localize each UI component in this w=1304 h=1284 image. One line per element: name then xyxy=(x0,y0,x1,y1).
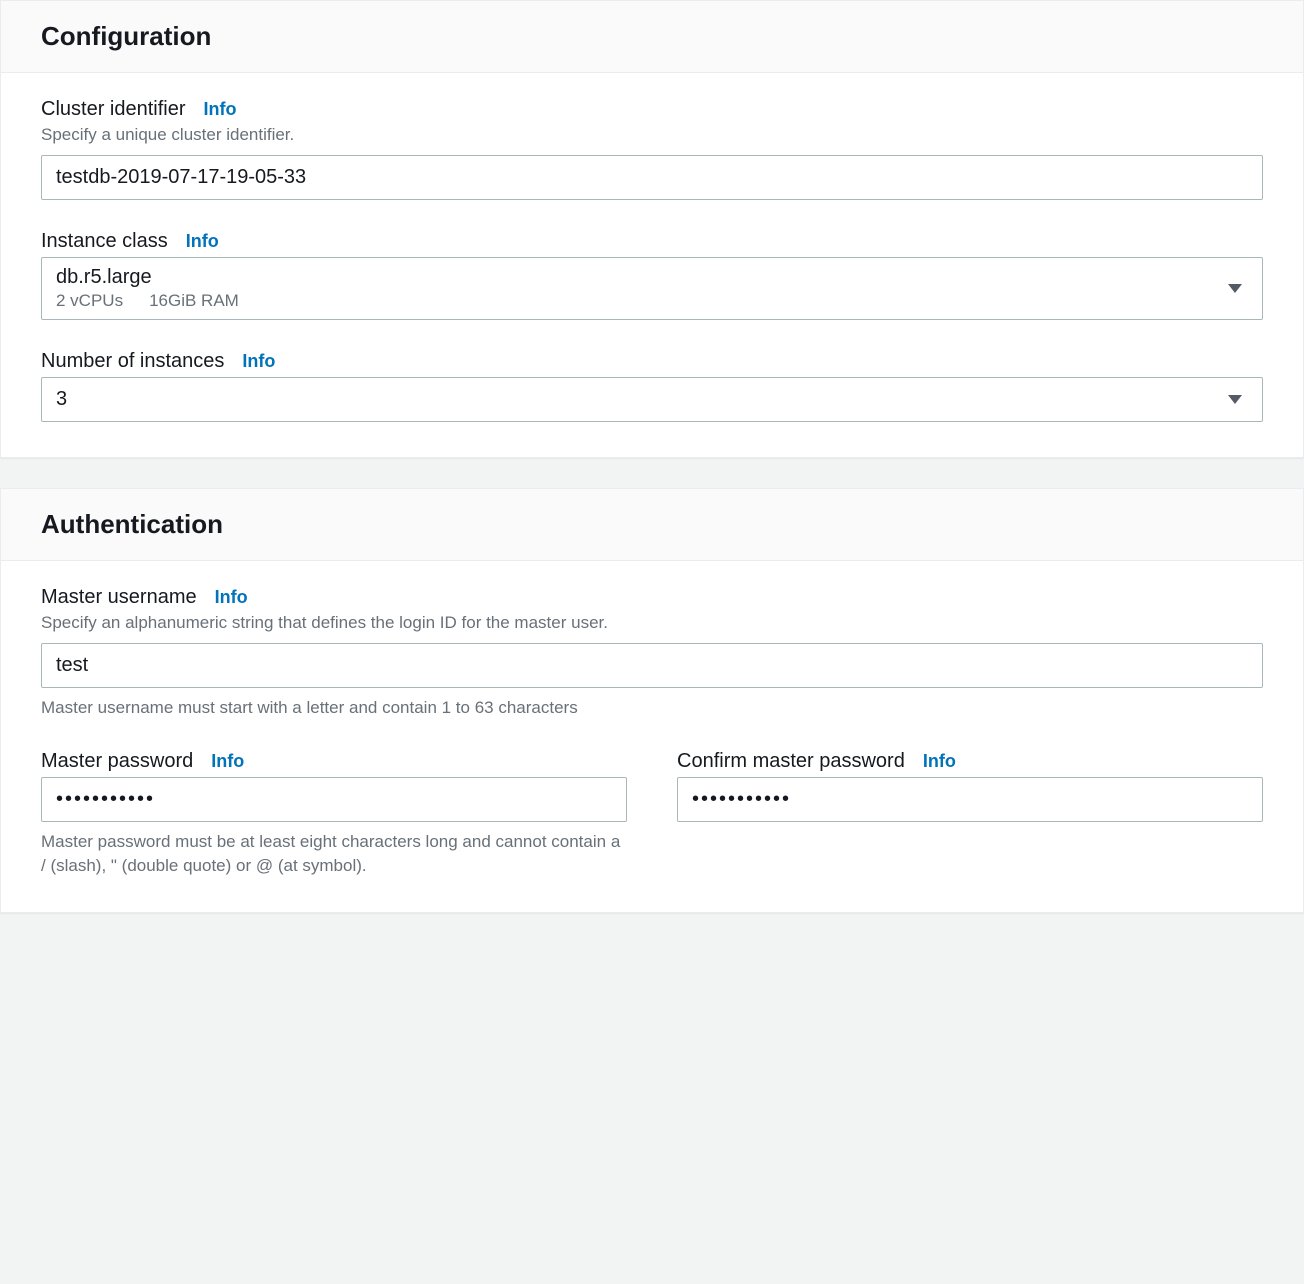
master-username-info-link[interactable]: Info xyxy=(215,587,248,608)
master-username-description: Specify an alphanumeric string that defi… xyxy=(41,613,1263,633)
number-of-instances-label-row: Number of instances Info xyxy=(41,350,1263,373)
master-username-input[interactable] xyxy=(41,643,1263,688)
cluster-identifier-label: Cluster identifier xyxy=(41,98,186,121)
cluster-identifier-input[interactable] xyxy=(41,155,1263,200)
chevron-down-icon xyxy=(1228,284,1242,293)
confirm-master-password-label: Confirm master password xyxy=(677,750,905,773)
instance-class-select[interactable]: db.r5.large 2 vCPUs 16GiB RAM xyxy=(41,257,1263,320)
master-password-info-link[interactable]: Info xyxy=(211,751,244,772)
master-username-group: Master username Info Specify an alphanum… xyxy=(41,586,1263,720)
number-of-instances-select[interactable]: 3 xyxy=(41,377,1263,422)
number-of-instances-info-link[interactable]: Info xyxy=(242,351,275,372)
instance-class-label-row: Instance class Info xyxy=(41,230,1263,253)
authentication-title: Authentication xyxy=(41,509,1263,540)
instance-class-label: Instance class xyxy=(41,230,168,253)
authentication-body: Master username Info Specify an alphanum… xyxy=(1,561,1303,912)
number-of-instances-group: Number of instances Info 3 xyxy=(41,350,1263,422)
instance-class-group: Instance class Info db.r5.large 2 vCPUs … xyxy=(41,230,1263,320)
authentication-panel: Authentication Master username Info Spec… xyxy=(0,488,1304,913)
master-password-hint: Master password must be at least eight c… xyxy=(41,830,627,878)
master-username-label-row: Master username Info xyxy=(41,586,1263,609)
master-password-label: Master password xyxy=(41,750,193,773)
confirm-master-password-info-link[interactable]: Info xyxy=(923,751,956,772)
master-username-label: Master username xyxy=(41,586,197,609)
configuration-title: Configuration xyxy=(41,21,1263,52)
cluster-identifier-description: Specify a unique cluster identifier. xyxy=(41,125,1263,145)
chevron-down-icon xyxy=(1228,395,1242,404)
number-of-instances-label: Number of instances xyxy=(41,350,224,373)
configuration-body: Cluster identifier Info Specify a unique… xyxy=(1,73,1303,457)
master-username-hint: Master username must start with a letter… xyxy=(41,696,1263,720)
password-row: Master password Info Master password mus… xyxy=(41,750,1263,878)
instance-class-subinfo: 2 vCPUs 16GiB RAM xyxy=(56,291,239,311)
confirm-master-password-input[interactable] xyxy=(677,777,1263,822)
instance-class-vcpus: 2 vCPUs xyxy=(56,291,123,311)
configuration-header: Configuration xyxy=(1,1,1303,73)
cluster-identifier-label-row: Cluster identifier Info xyxy=(41,98,1263,121)
cluster-identifier-info-link[interactable]: Info xyxy=(204,99,237,120)
confirm-master-password-label-row: Confirm master password Info xyxy=(677,750,1263,773)
number-of-instances-selected: 3 xyxy=(56,388,67,411)
confirm-master-password-group: Confirm master password Info xyxy=(677,750,1263,878)
master-password-input[interactable] xyxy=(41,777,627,822)
configuration-panel: Configuration Cluster identifier Info Sp… xyxy=(0,0,1304,458)
instance-class-info-link[interactable]: Info xyxy=(186,231,219,252)
instance-class-ram: 16GiB RAM xyxy=(149,291,239,311)
instance-class-select-content: db.r5.large 2 vCPUs 16GiB RAM xyxy=(56,266,239,311)
cluster-identifier-group: Cluster identifier Info Specify a unique… xyxy=(41,98,1263,200)
master-password-group: Master password Info Master password mus… xyxy=(41,750,627,878)
master-password-label-row: Master password Info xyxy=(41,750,627,773)
instance-class-selected: db.r5.large xyxy=(56,266,239,289)
authentication-header: Authentication xyxy=(1,489,1303,561)
